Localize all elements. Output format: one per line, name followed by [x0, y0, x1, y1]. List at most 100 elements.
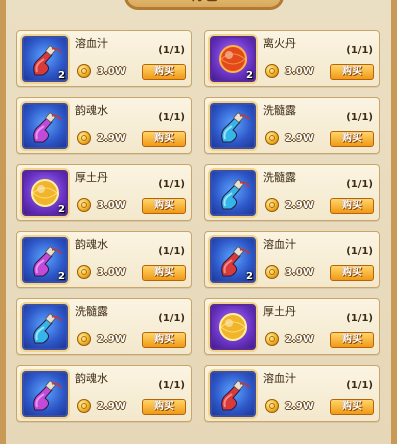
red-potion-icon[interactable]: [208, 369, 258, 419]
item-price: 2.9W: [77, 130, 126, 146]
item-stock: (1/1): [346, 45, 373, 56]
item-price: 3.0W: [77, 197, 126, 213]
coin-icon: [265, 332, 279, 346]
item-name: 韵魂水: [75, 372, 108, 385]
item-name: 韵魂水: [75, 104, 108, 117]
coin-icon: [265, 265, 279, 279]
blue-potion-icon[interactable]: [208, 101, 258, 151]
buy-button[interactable]: 购买: [330, 265, 374, 281]
item-price: 3.0W: [265, 264, 314, 280]
item-price: 3.0W: [265, 63, 314, 79]
item-stock: (1/1): [158, 112, 185, 123]
item-count: 2: [58, 70, 65, 81]
item-name: 洗髓露: [263, 104, 296, 117]
price-value: 2.9W: [97, 132, 126, 144]
coin-icon: [77, 131, 91, 145]
item-price: 3.0W: [77, 264, 126, 280]
item-name: 溶血汁: [263, 372, 296, 385]
item-card: 2 溶血汁 (1/1) 3.0W 购买: [16, 30, 192, 87]
item-card: 溶血汁 (1/1) 2.9W 购买: [204, 365, 380, 422]
red-potion-icon[interactable]: 2: [208, 235, 258, 285]
coin-icon: [265, 131, 279, 145]
item-card: 2 溶血汁 (1/1) 3.0W 购买: [204, 231, 380, 288]
item-stock: (1/1): [346, 313, 373, 324]
price-value: 3.0W: [97, 65, 126, 77]
item-name: 厚土丹: [263, 305, 296, 318]
price-value: 2.9W: [97, 333, 126, 345]
item-price: 2.9W: [77, 331, 126, 347]
item-price: 2.9W: [77, 398, 126, 414]
price-value: 3.0W: [97, 266, 126, 278]
item-price: 2.9W: [265, 331, 314, 347]
coin-icon: [265, 399, 279, 413]
item-price: 3.0W: [77, 63, 126, 79]
pink-potion-icon[interactable]: 2: [20, 235, 70, 285]
item-price: 2.9W: [265, 398, 314, 414]
coin-icon: [265, 198, 279, 212]
price-value: 2.9W: [285, 132, 314, 144]
buy-button[interactable]: 购买: [142, 399, 186, 415]
item-price: 2.9W: [265, 130, 314, 146]
item-stock: (1/1): [346, 380, 373, 391]
buy-button[interactable]: 购买: [142, 265, 186, 281]
item-card: 韵魂水 (1/1) 2.9W 购买: [16, 97, 192, 154]
blue-potion-icon[interactable]: [208, 168, 258, 218]
coin-icon: [77, 399, 91, 413]
buy-button[interactable]: 购买: [142, 198, 186, 214]
price-value: 2.9W: [97, 400, 126, 412]
buy-button[interactable]: 购买: [142, 332, 186, 348]
item-card: 洗髓露 (1/1) 2.9W 购买: [204, 97, 380, 154]
item-stock: (1/1): [158, 380, 185, 391]
coin-icon: [265, 64, 279, 78]
item-name: 韵魂水: [75, 238, 108, 251]
buy-button[interactable]: 购买: [330, 399, 374, 415]
buy-button[interactable]: 购买: [330, 64, 374, 80]
item-name: 离火丹: [263, 37, 296, 50]
red-potion-icon[interactable]: 2: [20, 34, 70, 84]
item-name: 溶血汁: [75, 37, 108, 50]
price-value: 2.9W: [285, 400, 314, 412]
buy-button[interactable]: 购买: [330, 198, 374, 214]
item-name: 洗髓露: [75, 305, 108, 318]
item-card: 2 韵魂水 (1/1) 3.0W 购买: [16, 231, 192, 288]
item-card: 2 厚土丹 (1/1) 3.0W 购买: [16, 164, 192, 221]
price-value: 3.0W: [285, 266, 314, 278]
blue-potion-icon[interactable]: [20, 302, 70, 352]
pink-potion-icon[interactable]: [20, 369, 70, 419]
item-count: 2: [246, 70, 253, 81]
item-name: 厚土丹: [75, 171, 108, 184]
item-card: 韵魂水 (1/1) 2.9W 购买: [16, 365, 192, 422]
item-name: 溶血汁: [263, 238, 296, 251]
price-value: 2.9W: [285, 199, 314, 211]
item-stock: (1/1): [346, 112, 373, 123]
item-count: 2: [58, 271, 65, 282]
buy-button[interactable]: 购买: [142, 131, 186, 147]
panel-title: 背包: [124, 0, 284, 10]
price-value: 3.0W: [285, 65, 314, 77]
item-price: 2.9W: [265, 197, 314, 213]
fire-pill-icon[interactable]: 2: [208, 34, 258, 84]
item-card: 洗髓露 (1/1) 2.9W 购买: [204, 164, 380, 221]
price-value: 2.9W: [285, 333, 314, 345]
item-stock: (1/1): [158, 45, 185, 56]
item-stock: (1/1): [158, 313, 185, 324]
item-count: 2: [246, 271, 253, 282]
buy-button[interactable]: 购买: [330, 332, 374, 348]
earth-pill-icon[interactable]: 2: [20, 168, 70, 218]
price-value: 3.0W: [97, 199, 126, 211]
pink-potion-icon[interactable]: [20, 101, 70, 151]
earth-pill-icon[interactable]: [208, 302, 258, 352]
item-card: 2 离火丹 (1/1) 3.0W 购买: [204, 30, 380, 87]
buy-button[interactable]: 购买: [142, 64, 186, 80]
coin-icon: [77, 198, 91, 212]
item-name: 洗髓露: [263, 171, 296, 184]
item-card: 洗髓露 (1/1) 2.9W 购买: [16, 298, 192, 355]
item-count: 2: [58, 204, 65, 215]
coin-icon: [77, 64, 91, 78]
coin-icon: [77, 265, 91, 279]
coin-icon: [77, 332, 91, 346]
item-stock: (1/1): [158, 246, 185, 257]
item-stock: (1/1): [346, 246, 373, 257]
item-stock: (1/1): [158, 179, 185, 190]
buy-button[interactable]: 购买: [330, 131, 374, 147]
